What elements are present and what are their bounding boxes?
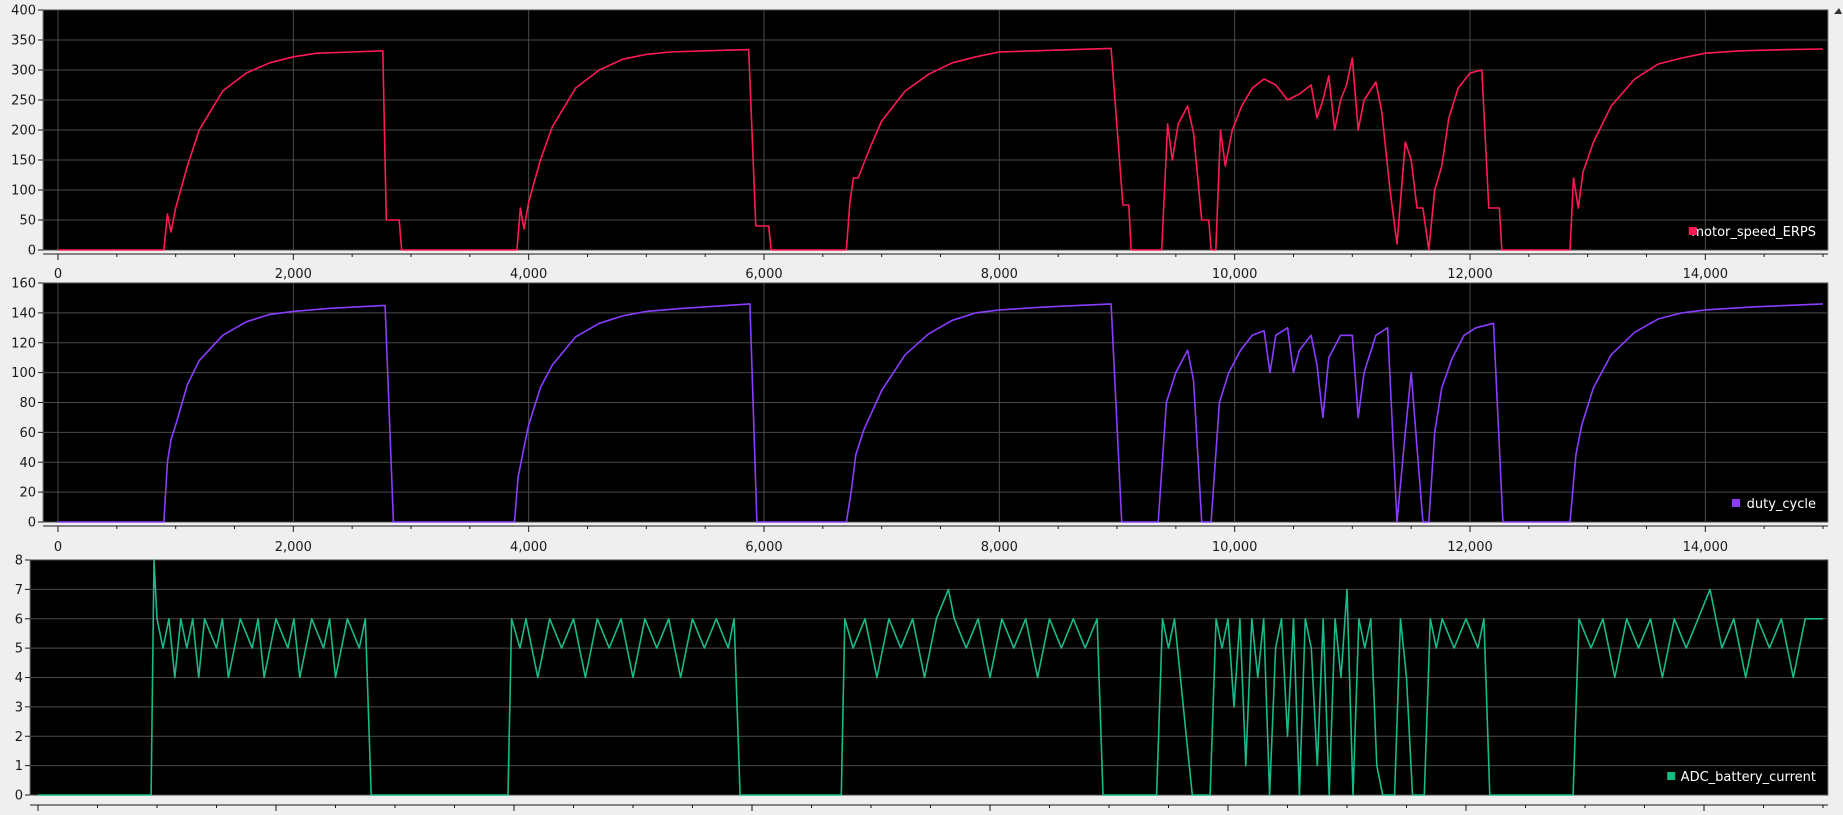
legend-swatch <box>1688 227 1697 235</box>
x-tick-label: 14,000 <box>1683 267 1729 282</box>
y-tick-label: 6 <box>15 612 23 627</box>
chart-window: 0 50 100 150 200 250 300 350 400 motor_speed_ERPS… <box>0 0 1843 815</box>
y-tick-label: 0 <box>28 244 36 259</box>
charts-svg: 050100150200250300350400motor_speed_ERPS… <box>0 0 1843 815</box>
y-tick-label: 2 <box>15 730 23 745</box>
x-tick-label: 10,000 <box>1212 267 1258 282</box>
x-tick-label: 4,000 <box>510 267 547 282</box>
y-tick-label: 160 <box>11 277 36 292</box>
legend-label: motor_speed_ERPS <box>1691 225 1816 240</box>
y-tick-label: 350 <box>11 34 36 49</box>
y-tick-label: 0 <box>15 789 23 804</box>
x-tick-label: 14,000 <box>1683 540 1729 555</box>
chart-panel-2: 0 20 40 60 80 100 120 140 160 duty_cycle 0 2,000 4,0… <box>11 277 1829 555</box>
y-tick-label: 1 <box>15 759 23 774</box>
y-tick-label: 7 <box>15 583 23 598</box>
x-tick-label: 8,000 <box>981 540 1018 555</box>
y-tick-label: 80 <box>19 396 36 411</box>
x-tick-label: 2,000 <box>275 540 312 555</box>
y-tick-label: 100 <box>11 366 36 381</box>
legend-label: duty_cycle <box>1747 497 1816 512</box>
y-tick-label: 100 <box>11 184 36 199</box>
y-tick-label: 400 <box>11 4 36 19</box>
y-tick-label: 60 <box>19 426 36 441</box>
x-tick-label: 6,000 <box>745 267 782 282</box>
legend-swatch <box>1732 499 1740 507</box>
y-tick-label: 0 <box>28 516 36 531</box>
legend-label: ADC_battery_current <box>1681 770 1816 785</box>
x-tick-label: 12,000 <box>1447 540 1493 555</box>
y-tick-label: 8 <box>15 554 23 569</box>
y-tick-label: 3 <box>15 700 23 715</box>
y-tick-label: 150 <box>11 154 36 169</box>
y-tick-label: 50 <box>19 214 36 229</box>
y-tick-label: 20 <box>19 486 36 501</box>
y-tick-label: 140 <box>11 306 36 321</box>
y-tick-label: 120 <box>11 336 36 351</box>
x-tick-label: 2,000 <box>275 267 312 282</box>
y-tick-label: 40 <box>19 456 36 471</box>
y-tick-label: 4 <box>15 671 23 686</box>
chart-panel-1: 0 50 100 150 200 250 300 350 400 motor_speed_ERPS… <box>11 4 1829 282</box>
y-tick-label: 300 <box>11 64 36 79</box>
x-tick-label: 8,000 <box>981 267 1018 282</box>
x-tick-label: 10,000 <box>1212 540 1258 555</box>
x-tick-label: 6,000 <box>745 540 782 555</box>
x-tick-label: 0 <box>54 540 62 555</box>
x-tick-label: 0 <box>54 267 62 282</box>
y-tick-label: 250 <box>11 94 36 109</box>
y-tick-label: 5 <box>15 642 23 657</box>
y-tick-label: 200 <box>11 124 36 139</box>
chart-panel-3: 0 1 2 3 4 5 6 7 8 ADC_battery_current <box>15 554 1829 811</box>
legend-swatch <box>1667 772 1676 780</box>
x-tick-label: 12,000 <box>1447 267 1493 282</box>
x-tick-label: 4,000 <box>510 540 547 555</box>
